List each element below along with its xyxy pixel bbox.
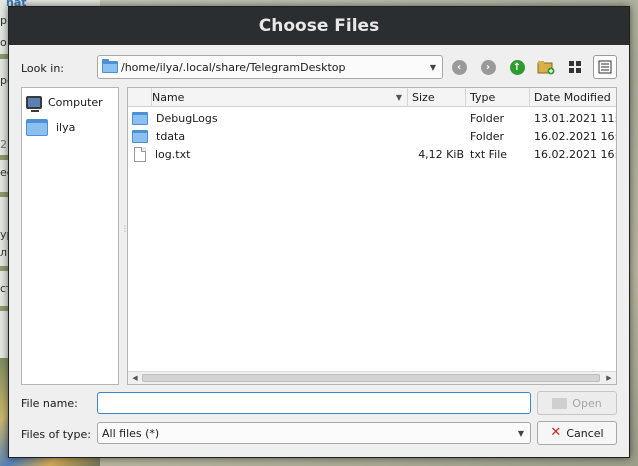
sidebar-item-computer[interactable]: Computer	[26, 92, 103, 112]
file-type: Folder	[470, 111, 504, 125]
sort-descending-icon: ▼	[395, 93, 402, 102]
horizontal-scrollbar[interactable]: ◀ ▶	[128, 371, 616, 384]
forward-arrow-icon: ›	[480, 59, 496, 75]
file-name: log.txt	[155, 147, 191, 161]
table-row[interactable]: DebugLogs Folder 13.01.2021 11:47	[128, 109, 616, 127]
text-file-icon	[134, 146, 146, 162]
list-view-icon	[569, 61, 581, 73]
column-header-name[interactable]: Name ▼	[152, 88, 408, 107]
file-name: tdata	[156, 129, 186, 143]
folder-icon	[102, 59, 118, 73]
splitter-handle[interactable]: ⋮	[121, 225, 129, 243]
file-name-label: File name:	[21, 397, 78, 410]
look-in-combo[interactable]: /home/ilya/.local/share/TelegramDesktop …	[97, 55, 443, 79]
file-date: 16.02.2021 16:27	[534, 129, 616, 143]
header-spacer	[128, 88, 152, 107]
open-folder-icon	[552, 397, 568, 409]
file-list-header: Name ▼ Size Type Date Modified	[128, 88, 616, 107]
scroll-right-icon[interactable]: ▶	[603, 372, 615, 384]
open-button-label: Open	[572, 396, 602, 410]
background-text: 2	[0, 138, 7, 151]
forward-button[interactable]: ›	[476, 55, 500, 79]
table-row[interactable]: log.txt 4,12 KiB txt File 16.02.2021 16:…	[128, 145, 616, 163]
column-header-type[interactable]: Type	[466, 88, 530, 107]
file-list: Name ▼ Size Type Date Modified DebugLogs…	[127, 87, 617, 385]
scroll-left-icon[interactable]: ◀	[129, 372, 141, 384]
new-folder-button[interactable]	[534, 55, 558, 79]
file-date: 16.02.2021 16:27	[534, 147, 616, 161]
sidebar-item-ilya[interactable]: ilya	[26, 117, 75, 137]
scrollbar-thumb[interactable]	[142, 374, 600, 382]
file-name: DebugLogs	[156, 111, 218, 125]
back-arrow-icon: ‹	[451, 59, 467, 75]
parent-directory-button[interactable]: ↑	[505, 55, 529, 79]
chevron-down-icon: ▼	[517, 428, 525, 438]
back-button[interactable]: ‹	[447, 55, 471, 79]
chevron-down-icon: ▼	[429, 62, 437, 72]
dialog-title: Choose Files	[9, 7, 629, 45]
column-header-size[interactable]: Size	[408, 88, 466, 107]
places-sidebar: Computer ilya	[21, 87, 119, 385]
cancel-icon: ✕	[550, 425, 562, 440]
cancel-button-label: Cancel	[566, 426, 604, 440]
file-size: 4,12 KiB	[418, 147, 464, 161]
column-header-label: Name	[152, 91, 185, 104]
look-in-label: Look in:	[21, 62, 64, 75]
choose-files-dialog: Choose Files Look in: /home/ilya/.local/…	[8, 6, 630, 458]
detail-view-button[interactable]	[593, 55, 617, 79]
file-size	[408, 127, 464, 145]
file-type: txt File	[470, 147, 508, 161]
detail-view-icon	[598, 60, 612, 74]
folder-icon	[132, 129, 148, 143]
computer-icon	[26, 95, 42, 112]
up-arrow-icon: ↑	[509, 59, 525, 75]
file-type-value: All files (*)	[102, 426, 160, 440]
background-text: р	[0, 14, 7, 27]
sidebar-item-label: ilya	[56, 120, 76, 134]
background-text: о	[0, 36, 7, 49]
list-view-button[interactable]	[563, 55, 587, 79]
look-in-row: Look in: /home/ilya/.local/share/Telegra…	[9, 55, 629, 81]
file-date: 13.01.2021 11:47	[534, 111, 616, 125]
new-folder-icon	[537, 61, 555, 75]
look-in-path: /home/ilya/.local/share/TelegramDesktop	[121, 60, 346, 74]
file-type: Folder	[470, 129, 504, 143]
cancel-button[interactable]: ✕ Cancel	[537, 421, 617, 445]
column-header-date-modified[interactable]: Date Modified	[530, 88, 616, 107]
open-button[interactable]: Open	[537, 391, 617, 415]
folder-icon	[132, 111, 148, 125]
table-row[interactable]: tdata Folder 16.02.2021 16:27	[128, 127, 616, 145]
sidebar-item-label: Computer	[48, 95, 103, 109]
folder-icon	[26, 118, 48, 136]
file-name-input[interactable]	[97, 392, 531, 414]
file-type-combo[interactable]: All files (*) ▼	[97, 422, 531, 444]
file-size	[408, 109, 464, 127]
file-type-label: Files of type:	[21, 428, 92, 441]
